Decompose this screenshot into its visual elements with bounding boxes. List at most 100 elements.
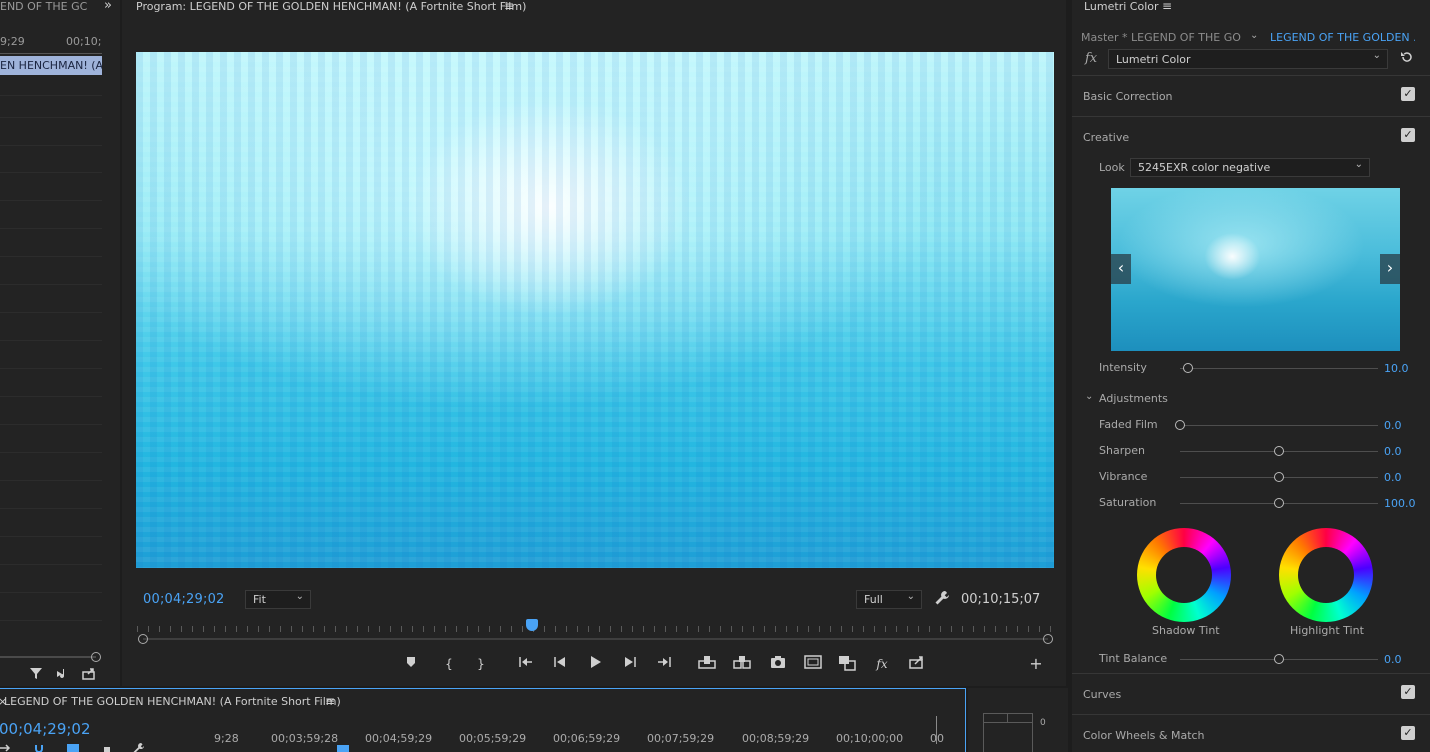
timeline-ruler-label: 00;05;59;29 xyxy=(459,732,527,745)
left-scrollbar[interactable] xyxy=(0,656,96,658)
vibrance-slider-handle[interactable] xyxy=(1274,472,1284,482)
scrub-bar[interactable] xyxy=(143,638,1048,640)
faded-film-slider-handle[interactable] xyxy=(1175,420,1185,430)
effect-select-value: Lumetri Color xyxy=(1116,53,1191,66)
add-button-icon[interactable]: + xyxy=(1026,655,1046,673)
tint-balance-slider-handle[interactable] xyxy=(1274,654,1284,664)
source-tab[interactable]: END OF THE GC xyxy=(0,0,104,14)
reset-icon[interactable] xyxy=(1400,50,1414,68)
left-ruler-label: 00;10;( xyxy=(66,35,102,48)
highlight-tint-label: Highlight Tint xyxy=(1290,624,1364,637)
snap-icon[interactable] xyxy=(0,742,12,752)
intensity-slider-handle[interactable] xyxy=(1182,363,1193,373)
timeline-timecode[interactable]: 00;04;29;02 xyxy=(0,720,91,738)
saturation-slider-handle[interactable] xyxy=(1274,498,1284,508)
go-to-out-icon[interactable] xyxy=(654,655,674,673)
intensity-value[interactable]: 10.0 xyxy=(1384,362,1409,375)
effect-select[interactable]: Lumetri Color ⌄ xyxy=(1108,49,1388,69)
chevron-down-icon: ⌄ xyxy=(1372,50,1381,61)
chevron-down-icon[interactable]: ⌄ xyxy=(1250,30,1258,41)
timeline-ruler-label: 00;04;59;29 xyxy=(365,732,433,745)
scrub-start-handle[interactable] xyxy=(138,634,148,644)
faded-film-slider-track[interactable] xyxy=(1180,425,1378,426)
fx-icon[interactable]: fx xyxy=(1085,51,1097,66)
extract-icon[interactable] xyxy=(732,655,752,673)
panel-menu-icon[interactable]: ≡ xyxy=(504,0,514,13)
wrench-icon[interactable] xyxy=(133,742,145,752)
comparison-view-icon[interactable] xyxy=(837,655,857,673)
sharpen-slider-handle[interactable] xyxy=(1274,446,1284,456)
track-divider xyxy=(0,536,102,537)
faded-film-value[interactable]: 0.0 xyxy=(1384,419,1402,432)
go-to-in-icon[interactable] xyxy=(516,655,536,673)
program-viewer[interactable] xyxy=(136,52,1054,568)
resolution-select[interactable]: Full ⌄ xyxy=(856,590,922,609)
left-ruler-ticks xyxy=(0,48,102,54)
chevron-right-icon[interactable]: › xyxy=(1380,254,1400,284)
scrub-end-handle[interactable] xyxy=(1043,634,1053,644)
linked-selection-icon[interactable] xyxy=(33,742,45,752)
sharpen-value[interactable]: 0.0 xyxy=(1384,445,1402,458)
fx-icon[interactable]: fx xyxy=(872,655,892,673)
chevron-down-icon[interactable]: ⌄ xyxy=(1085,391,1093,402)
audio-note-icon[interactable] xyxy=(54,666,70,682)
camera-icon[interactable] xyxy=(768,655,788,673)
mark-in-icon[interactable]: { xyxy=(439,655,459,673)
section-color-wheels[interactable]: Color Wheels & Match xyxy=(1083,729,1205,742)
zoom-select[interactable]: Fit ⌄ xyxy=(245,590,311,609)
section-divider xyxy=(1072,116,1430,117)
tint-balance-value[interactable]: 0.0 xyxy=(1384,653,1402,666)
scrub-ruler[interactable] xyxy=(137,620,1052,634)
duration-timecode: 00;10;15;07 xyxy=(961,592,1041,607)
section-basic-correction[interactable]: Basic Correction xyxy=(1083,90,1173,103)
panel-overflow-icon[interactable]: » xyxy=(104,0,112,13)
export-icon[interactable] xyxy=(907,655,927,673)
lumetri-title[interactable]: Lumetri Color xyxy=(1084,0,1159,13)
look-select[interactable]: 5245EXR color negative ⌄ xyxy=(1130,158,1370,177)
wrench-icon[interactable] xyxy=(934,590,950,610)
timeline-ruler-label: 00 xyxy=(930,732,944,745)
saturation-value[interactable]: 100.0 xyxy=(1384,497,1416,510)
highlight-tint-wheel[interactable] xyxy=(1279,528,1373,622)
chevron-down-icon: ⌄ xyxy=(1354,159,1363,170)
step-forward-icon[interactable] xyxy=(620,655,640,673)
clip-tab[interactable]: LEGEND OF THE GOLDEN ... xyxy=(1270,31,1415,44)
curves-checkbox[interactable]: ✓ xyxy=(1401,685,1415,699)
timeline-ruler-label: 00;06;59;29 xyxy=(553,732,621,745)
export-icon[interactable] xyxy=(81,666,97,682)
current-timecode[interactable]: 00;04;29;02 xyxy=(143,592,225,607)
vibrance-value[interactable]: 0.0 xyxy=(1384,471,1402,484)
sharpen-label: Sharpen xyxy=(1099,444,1145,457)
timeline-playhead[interactable] xyxy=(337,745,349,752)
master-clip-tab[interactable]: Master * LEGEND OF THE GO... xyxy=(1081,31,1241,44)
mark-out-icon[interactable]: } xyxy=(471,655,491,673)
basic-correction-checkbox[interactable]: ✓ xyxy=(1401,87,1415,101)
safe-margins-icon[interactable] xyxy=(803,655,823,673)
shadow-tint-wheel[interactable] xyxy=(1137,528,1231,622)
section-creative[interactable]: Creative xyxy=(1083,131,1129,144)
creative-checkbox[interactable]: ✓ xyxy=(1401,128,1415,142)
chevron-down-icon: ⌄ xyxy=(906,591,915,602)
adjustments-label[interactable]: Adjustments xyxy=(1099,392,1168,405)
panel-menu-icon[interactable]: ≡ xyxy=(1162,0,1172,13)
chevron-left-icon[interactable]: ‹ xyxy=(1111,254,1131,284)
section-curves[interactable]: Curves xyxy=(1083,688,1121,701)
intensity-slider-track[interactable] xyxy=(1180,368,1378,369)
panel-menu-icon[interactable]: ≡ xyxy=(325,694,335,708)
step-back-icon[interactable] xyxy=(550,655,570,673)
play-button[interactable] xyxy=(585,655,605,673)
track-divider xyxy=(0,284,102,285)
timeline-ruler-label: 00;03;59;28 xyxy=(271,732,339,745)
color-wheels-checkbox[interactable]: ✓ xyxy=(1401,726,1415,740)
timeline-tab[interactable]: LEGEND OF THE GOLDEN HENCHMAN! (A Fortni… xyxy=(4,695,341,708)
program-monitor-title[interactable]: Program: LEGEND OF THE GOLDEN HENCHMAN! … xyxy=(136,0,526,13)
look-preview-thumbnail xyxy=(1111,188,1400,351)
marker-icon[interactable] xyxy=(102,742,112,752)
left-scroll-handle[interactable] xyxy=(91,652,101,662)
marker-icon[interactable] xyxy=(401,655,421,673)
resolution-select-value: Full xyxy=(864,593,883,606)
add-marker-icon[interactable] xyxy=(66,742,80,752)
lift-icon[interactable] xyxy=(697,655,717,673)
track-clip[interactable]: EN HENCHMAN! (A xyxy=(0,56,102,75)
filter-icon[interactable] xyxy=(28,666,44,682)
